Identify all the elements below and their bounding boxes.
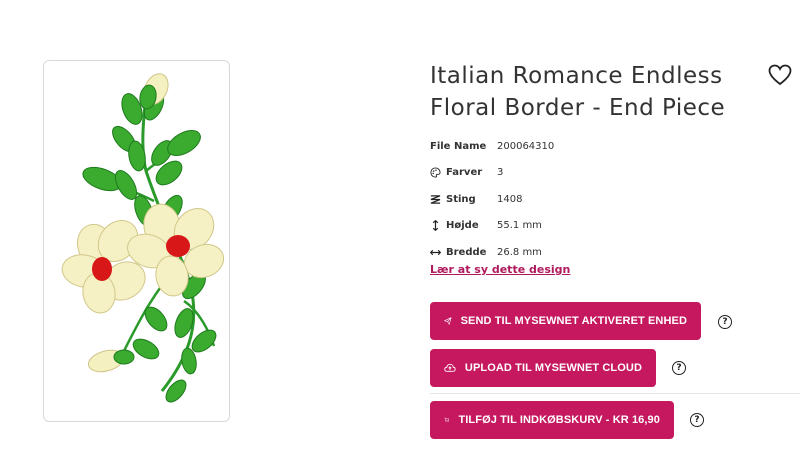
spec-file-name: File Name 200064310 <box>430 133 554 160</box>
product-image[interactable] <box>43 60 230 422</box>
palette-icon <box>430 167 441 178</box>
product-title: Italian Romance Endless Floral Border - … <box>430 60 760 124</box>
cloud-upload-icon <box>444 363 456 372</box>
add-to-cart-button[interactable]: TILFØJ TIL INDKØBSKURV - KR 16,90 <box>430 401 674 439</box>
spec-label: Højde <box>446 220 479 232</box>
learn-to-sew-link[interactable]: Lær at sy dette design <box>430 263 570 276</box>
spec-value: 3 <box>497 167 504 179</box>
stitch-icon <box>430 194 441 204</box>
spec-label: File Name <box>430 140 487 152</box>
spec-value: 26.8 mm <box>497 246 542 258</box>
height-arrow-icon <box>432 220 439 232</box>
product-specs: File Name 200064310 Farver 3 Sting 1408 … <box>430 133 554 266</box>
heart-icon <box>768 64 792 86</box>
spec-value: 1408 <box>497 193 523 205</box>
send-plane-icon <box>444 317 452 325</box>
help-icon[interactable]: ? <box>690 413 704 427</box>
help-icon[interactable]: ? <box>718 315 732 329</box>
send-button-label: SEND TIL MYSEWNET AKTIVERET ENHED <box>460 315 687 327</box>
divider <box>430 393 800 394</box>
spec-value: 200064310 <box>497 140 555 152</box>
cart-icon <box>444 417 450 423</box>
spec-value: 55.1 mm <box>497 220 542 232</box>
send-to-device-button[interactable]: SEND TIL MYSEWNET AKTIVERET ENHED <box>430 302 701 340</box>
spec-height: Højde 55.1 mm <box>430 213 554 240</box>
floral-embroidery-image <box>61 73 225 403</box>
spec-label: Farver <box>446 167 483 179</box>
upload-button-label: UPLOAD TIL MYSEWNET CLOUD <box>464 362 642 374</box>
favorite-button[interactable] <box>768 64 792 86</box>
upload-to-cloud-button[interactable]: UPLOAD TIL MYSEWNET CLOUD <box>430 349 656 387</box>
spec-stitches: Sting 1408 <box>430 186 554 213</box>
title-line-2: Floral Border - End Piece <box>430 95 726 121</box>
spec-label: Bredde <box>446 246 487 258</box>
title-line-1: Italian Romance Endless <box>430 63 723 89</box>
width-arrow-icon <box>430 249 441 255</box>
help-icon[interactable]: ? <box>672 361 686 375</box>
cart-button-label: TILFØJ TIL INDKØBSKURV - KR 16,90 <box>458 414 660 426</box>
spec-colors: Farver 3 <box>430 160 554 187</box>
spec-width: Bredde 26.8 mm <box>430 239 554 266</box>
spec-label: Sting <box>446 193 476 205</box>
